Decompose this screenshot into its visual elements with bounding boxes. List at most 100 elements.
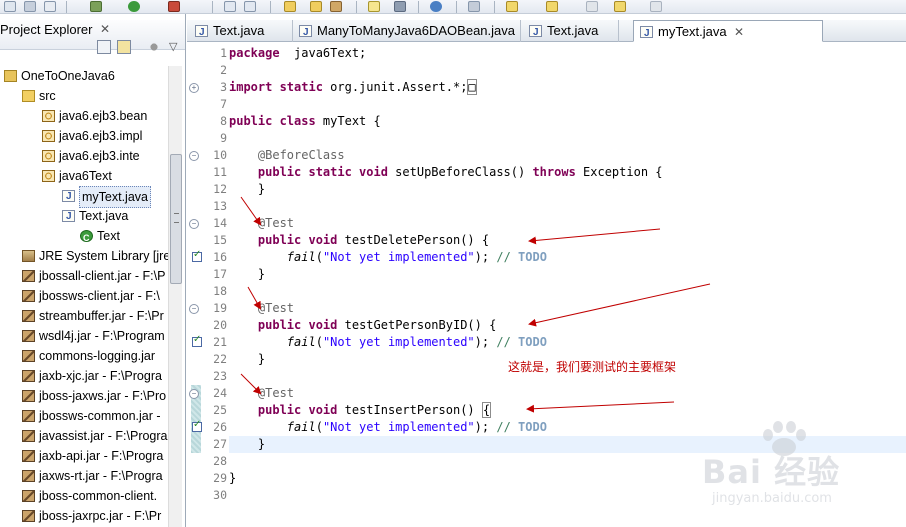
tree-item-label: jboss-common-client. <box>39 489 158 503</box>
tree-item[interactable]: jbossws-common.jar - <box>0 406 168 426</box>
open-folder-icon[interactable] <box>310 1 322 12</box>
code-token: ); <box>474 335 497 349</box>
code-token: } <box>229 182 266 196</box>
code-line[interactable]: @BeforeClass <box>229 147 906 164</box>
code-line[interactable]: public void testGetPersonByID() { <box>229 317 906 334</box>
open-type-icon[interactable] <box>284 1 296 12</box>
new-icon[interactable] <box>4 1 16 12</box>
tree-item[interactable]: streambuffer.jar - F:\Pr <box>0 306 168 326</box>
code-line[interactable]: public static void setUpBeforeClass() th… <box>229 164 906 181</box>
tree-item[interactable]: JRE System Library [jre <box>0 246 170 266</box>
code-line[interactable]: fail("Not yet implemented"); // TODO <box>229 334 906 351</box>
code-line[interactable]: fail("Not yet implemented"); // TODO <box>229 249 906 266</box>
toolbar-separator <box>66 1 67 13</box>
debug-icon[interactable] <box>90 1 102 12</box>
tree-item[interactable]: commons-logging.jar <box>0 346 168 366</box>
tree-item[interactable]: jaxb-api.jar - F:\Progra <box>0 446 168 466</box>
code-line[interactable]: } <box>229 181 906 198</box>
tree-item[interactable]: jboss-jaxws.jar - F:\Pro <box>0 386 168 406</box>
code-line[interactable]: public void testInsertPerson() { <box>229 402 906 419</box>
web-browser-icon[interactable] <box>430 1 442 12</box>
forward-icon[interactable] <box>614 1 626 12</box>
scrollbar-thumb[interactable] <box>170 154 182 284</box>
line-number: 7 <box>220 97 227 111</box>
fold-toggle-icon[interactable]: − <box>189 389 199 399</box>
link-with-editor-icon[interactable] <box>117 40 131 54</box>
editor-tab[interactable]: ManyToManyJava6DAOBean.java <box>293 20 521 44</box>
filter-icon[interactable] <box>147 40 161 54</box>
tree-item[interactable]: src <box>0 86 168 106</box>
code-token: @Test <box>257 301 295 315</box>
code-line[interactable]: @Test <box>229 215 906 232</box>
jar-icon <box>22 390 35 402</box>
code-token: "Not yet implemented" <box>322 420 475 434</box>
tree-item[interactable]: java6.ejb3.impl <box>0 126 168 146</box>
tree-item[interactable]: java6Text <box>0 166 168 186</box>
task-check-icon[interactable] <box>192 249 202 262</box>
annotation-icon[interactable] <box>468 1 480 12</box>
java-file-icon <box>62 207 75 227</box>
close-icon[interactable]: ✕ <box>100 22 110 36</box>
code-token: testInsertPerson() <box>337 403 482 417</box>
editor-tab[interactable]: Text.java <box>523 20 619 44</box>
editor-tab-label: myText.java <box>658 24 727 39</box>
next-edit-icon[interactable] <box>650 1 662 12</box>
task-check-icon[interactable] <box>192 419 202 432</box>
code-token: TODO <box>518 420 547 434</box>
code-line[interactable]: @Test <box>229 300 906 317</box>
fold-toggle-icon[interactable]: − <box>189 304 199 314</box>
task-check-icon[interactable] <box>192 334 202 347</box>
code-token: "Not yet implemented" <box>322 335 475 349</box>
tree-item[interactable]: jboss-jaxrpc.jar - F:\Pr <box>0 506 168 526</box>
collapse-all-icon[interactable] <box>97 40 111 54</box>
code-line[interactable] <box>229 198 906 215</box>
editor-tab[interactable]: myText.java ✕ <box>633 20 823 45</box>
tree-item[interactable]: myText.java <box>0 186 168 208</box>
project-explorer-tab[interactable]: Project Explorer <box>0 20 92 40</box>
print-icon[interactable] <box>44 1 56 12</box>
code-line[interactable] <box>229 96 906 113</box>
search-icon[interactable] <box>330 1 342 12</box>
code-line[interactable]: import static org.junit.Assert.*;□ <box>229 79 906 96</box>
code-token: setUpBeforeClass() <box>387 165 533 179</box>
tree-item[interactable]: jaxws-rt.jar - F:\Progra <box>0 466 168 486</box>
tree-item[interactable]: jbossws-client.jar - F:\ <box>0 286 168 306</box>
back-icon[interactable] <box>586 1 598 12</box>
tree-scrollbar[interactable] <box>168 66 182 527</box>
new-package-icon[interactable] <box>244 1 256 12</box>
next-annotation-icon[interactable] <box>506 1 518 12</box>
code-line[interactable]: public void testDeletePerson() { <box>229 232 906 249</box>
run-icon[interactable] <box>128 1 140 12</box>
toggle-mark-occurrences-icon[interactable] <box>368 1 380 12</box>
tree-item[interactable]: OneToOneJava6 <box>0 66 168 86</box>
tree-item[interactable]: java6.ejb3.inte <box>0 146 168 166</box>
tree-item[interactable]: jboss-common-client. <box>0 486 168 506</box>
save-icon[interactable] <box>24 1 36 12</box>
fold-toggle-icon[interactable]: + <box>189 83 199 93</box>
editor-tab[interactable]: Text.java <box>189 20 293 44</box>
code-line[interactable]: @Test <box>229 385 906 402</box>
new-java-project-icon[interactable] <box>224 1 236 12</box>
code-line[interactable]: package java6Text; <box>229 45 906 62</box>
line-number: 29 <box>213 471 227 485</box>
code-line[interactable] <box>229 130 906 147</box>
tree-item[interactable]: wsdl4j.jar - F:\Program <box>0 326 168 346</box>
code-line[interactable] <box>229 62 906 79</box>
fold-toggle-icon[interactable]: − <box>189 151 199 161</box>
tree-item[interactable]: Text.java <box>0 206 168 227</box>
tree-item[interactable]: Text <box>0 226 168 248</box>
code-line[interactable]: public class myText { <box>229 113 906 130</box>
tree-item[interactable]: jaxb-xjc.jar - F:\Progra <box>0 366 168 386</box>
fold-toggle-icon[interactable]: − <box>189 219 199 229</box>
tree-item[interactable]: java6.ejb3.bean <box>0 106 168 126</box>
code-line[interactable] <box>229 283 906 300</box>
code-line[interactable]: } <box>229 266 906 283</box>
show-whitespace-icon[interactable] <box>394 1 406 12</box>
tree-item[interactable]: jbossall-client.jar - F:\P <box>0 266 168 286</box>
tree-item[interactable]: javassist.jar - F:\Progra <box>0 426 168 446</box>
view-menu-icon[interactable]: ▽ <box>169 40 183 54</box>
jar-icon <box>22 430 35 442</box>
external-tools-icon[interactable] <box>168 1 180 12</box>
close-icon[interactable]: ✕ <box>734 21 744 43</box>
last-edit-location-icon[interactable] <box>546 1 558 12</box>
